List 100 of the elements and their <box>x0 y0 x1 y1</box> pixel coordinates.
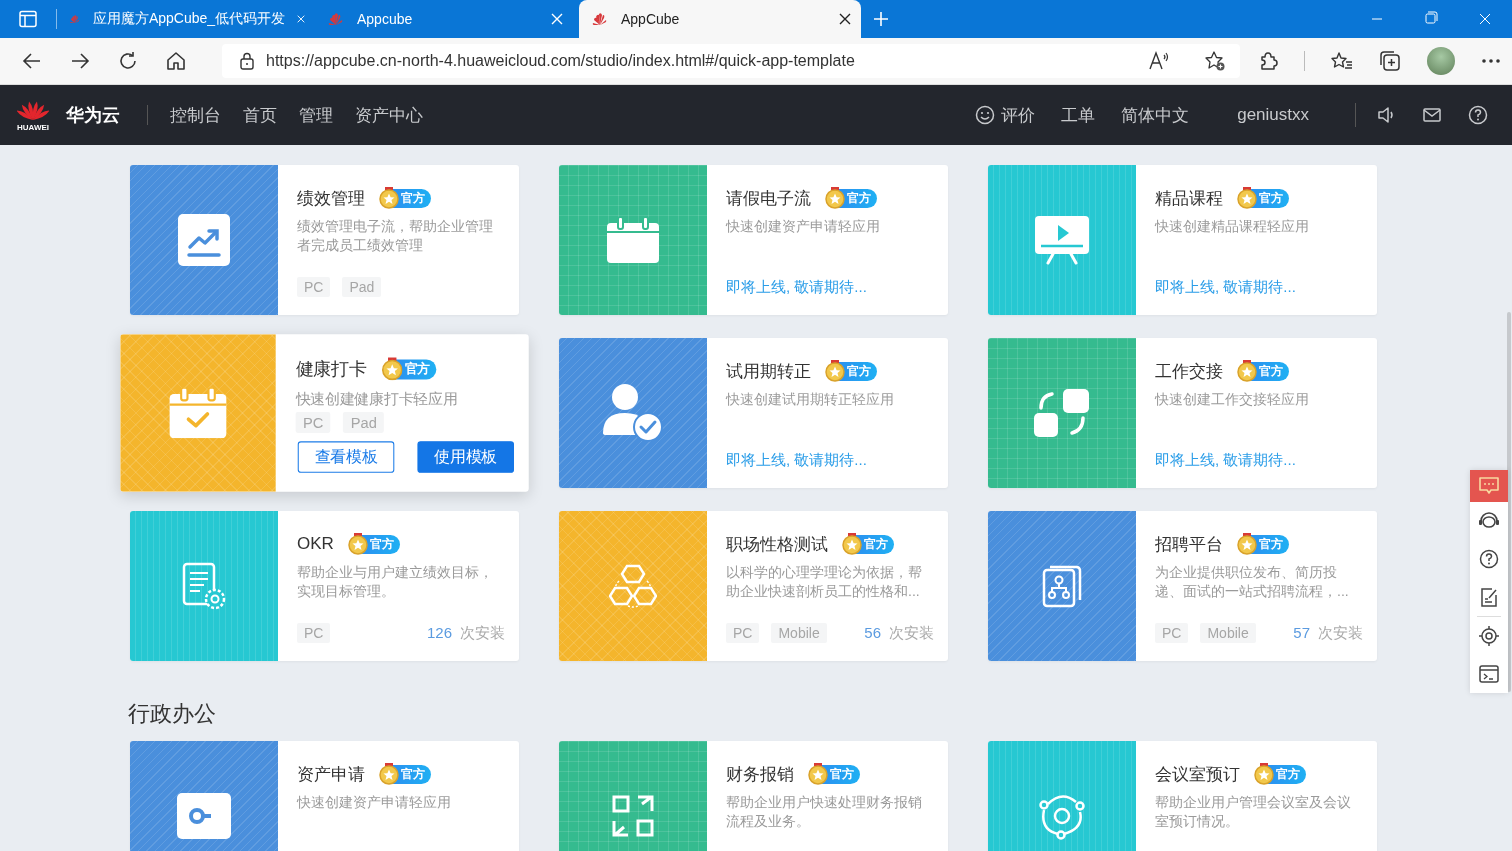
browser-tab[interactable]: AppCube <box>579 0 861 38</box>
headset-icon[interactable] <box>1478 511 1500 531</box>
add-favorite-icon[interactable] <box>1204 50 1226 72</box>
card-description: 绩效管理电子流，帮助企业管理者完成员工绩效管理 <box>297 217 494 255</box>
card-title: 绩效管理 <box>297 187 365 210</box>
browser-tab[interactable]: Appcube <box>315 0 573 38</box>
coming-soon-text: 即将上线, 敬请期待... <box>1155 278 1297 297</box>
org-chart-icon <box>1042 564 1082 608</box>
coming-soon-text: 即将上线, 敬请期待... <box>726 278 868 297</box>
card-title: 请假电子流 <box>726 187 811 210</box>
help-icon[interactable] <box>1479 549 1499 569</box>
lock-icon <box>240 52 254 70</box>
smiley-icon[interactable] <box>975 105 996 125</box>
nav-link[interactable]: 资产中心 <box>355 103 423 127</box>
presentation-icon <box>1034 215 1090 265</box>
scan-icon <box>612 795 654 837</box>
card-title: 精品课程 <box>1155 187 1223 210</box>
home-icon[interactable] <box>166 51 186 71</box>
logo-text: HUAWEI <box>17 123 49 132</box>
coming-soon-text: 即将上线, 敬请期待... <box>1155 451 1297 470</box>
language-link[interactable]: 简体中文 <box>1121 103 1190 127</box>
platform-tag: Mobile <box>1200 623 1256 643</box>
address-bar[interactable]: https://appcube.cn-north-4.huaweicloud.com/studio/index.html#/quick-app-template <box>222 44 1240 78</box>
template-card[interactable]: 请假电子流 官方 快速创建资产申请轻应用 即将上线, 敬请期待... <box>559 165 948 315</box>
view-template-button[interactable]: 查看模板 <box>297 441 395 473</box>
platform-tag: PC <box>295 411 331 433</box>
install-count: 57 <box>1293 623 1310 643</box>
platform-tag: PC <box>297 623 331 643</box>
brand-name[interactable]: 华为云 <box>66 103 120 127</box>
tab-actions-icon[interactable] <box>19 10 37 28</box>
mail-icon[interactable] <box>1422 105 1442 125</box>
feedback-link[interactable]: 评价 <box>1001 103 1036 127</box>
template-card[interactable]: 绩效管理 官方 绩效管理电子流，帮助企业管理者完成员工绩效管理 PC Pad <box>130 165 519 315</box>
document-gear-icon <box>182 562 226 610</box>
install-label: 次安装 <box>460 623 505 643</box>
browser-tab[interactable]: 应用魔方AppCube_低代码开发 <box>57 0 315 38</box>
nav-link[interactable]: 首页 <box>243 103 277 127</box>
forward-icon[interactable] <box>70 51 90 71</box>
use-template-button[interactable]: 使用模板 <box>417 441 514 473</box>
template-card[interactable]: 会议室预订 官方 帮助企业用户管理会议室及会议室预订情况。 <box>988 741 1377 851</box>
swap-icon <box>1033 388 1091 438</box>
profile-avatar[interactable] <box>1427 47 1455 75</box>
huawei-logo-icon <box>591 11 609 27</box>
card-description: 为企业提供职位发布、简历投递、面试的一站式招聘流程，... <box>1155 563 1350 601</box>
template-card[interactable]: 资产申请 官方 快速创建资产申请轻应用 <box>130 741 519 851</box>
platform-tag: Mobile <box>771 623 827 643</box>
close-icon[interactable] <box>839 13 851 25</box>
tickets-link[interactable]: 工单 <box>1061 103 1096 127</box>
card-title: 财务报销 <box>726 763 794 786</box>
card-title: 健康打卡 <box>295 357 367 381</box>
section-title: 行政办公 <box>128 701 217 727</box>
install-label: 次安装 <box>1318 623 1363 643</box>
new-tab-icon[interactable] <box>873 11 889 27</box>
target-icon[interactable] <box>1479 626 1499 646</box>
card-title: 工作交接 <box>1155 360 1223 383</box>
card-description: 快速创建资产申请轻应用 <box>297 793 452 812</box>
card-description: 以科学的心理学理论为依据，帮助企业快速剖析员工的性格和... <box>726 563 923 601</box>
template-card[interactable]: OKR 官方 帮助企业与用户建立绩效目标，实现目标管理。 PC 126 次安装 <box>130 511 519 661</box>
template-card[interactable]: 精品课程 官方 快速创建精品课程轻应用 即将上线, 敬请期待... <box>988 165 1377 315</box>
orbit-icon <box>1038 792 1086 840</box>
card-title: 试用期转正 <box>726 360 811 383</box>
template-card[interactable]: 工作交接 官方 快速创建工作交接轻应用 即将上线, 敬请期待... <box>988 338 1377 488</box>
favorites-icon[interactable] <box>1331 51 1353 71</box>
tab-title: Appcube <box>357 11 414 27</box>
terminal-icon[interactable] <box>1479 665 1499 683</box>
extensions-icon[interactable] <box>1258 51 1278 71</box>
chart-icon <box>178 214 230 266</box>
back-icon[interactable] <box>22 51 42 71</box>
tab-title: AppCube <box>621 11 681 27</box>
template-card[interactable]: 职场性格测试 官方 以科学的心理学理论为依据，帮助企业快速剖析员工的性格和... PC Mobile 56 次安装 <box>559 511 948 661</box>
nav-link[interactable]: 管理 <box>299 103 333 127</box>
card-title: 招聘平台 <box>1155 533 1223 556</box>
card-description: 帮助企业用户管理会议室及会议室预订情况。 <box>1155 793 1352 831</box>
chat-icon[interactable] <box>1478 476 1500 496</box>
card-title: 职场性格测试 <box>726 533 828 556</box>
card-description: 快速创建工作交接轻应用 <box>1155 390 1310 409</box>
card-description: 帮助企业与用户建立绩效目标，实现目标管理。 <box>297 563 494 601</box>
install-label: 次安装 <box>889 623 934 643</box>
coming-soon-text: 即将上线, 敬请期待... <box>726 451 868 470</box>
user-check-icon <box>603 383 663 443</box>
template-card[interactable]: 招聘平台 官方 为企业提供职位发布、简历投递、面试的一站式招聘流程，... PC Mobile 57 次安装 <box>988 511 1377 661</box>
template-card[interactable]: 健康打卡 官方 快速创建健康打卡轻应用 PC Pad 查看模板 使用模板 <box>120 334 529 492</box>
calendar-icon <box>606 217 660 263</box>
card-title: 资产申请 <box>297 763 365 786</box>
platform-tag: PC <box>726 623 760 643</box>
collections-icon[interactable] <box>1379 50 1401 72</box>
tab-title: 应用魔方AppCube_低代码开发 <box>92 10 286 28</box>
platform-tag: PC <box>1155 623 1189 643</box>
huawei-logo-icon <box>327 11 345 27</box>
user-name[interactable]: geniustxx <box>1237 105 1309 125</box>
nav-link[interactable]: 控制台 <box>170 103 221 127</box>
template-card[interactable]: 财务报销 官方 帮助企业用户快速处理财务报销流程及业务。 <box>559 741 948 851</box>
card-description: 快速创建资产申请轻应用 <box>726 217 881 236</box>
read-aloud-icon[interactable] <box>1148 51 1170 71</box>
template-card[interactable]: 试用期转正 官方 快速创建试用期转正轻应用 即将上线, 敬请期待... <box>559 338 948 488</box>
refresh-icon[interactable] <box>118 51 138 71</box>
edit-note-icon[interactable] <box>1480 587 1498 607</box>
speaker-icon[interactable] <box>1376 105 1396 125</box>
more-icon[interactable] <box>1481 58 1501 64</box>
card-title: 会议室预订 <box>1155 763 1240 786</box>
